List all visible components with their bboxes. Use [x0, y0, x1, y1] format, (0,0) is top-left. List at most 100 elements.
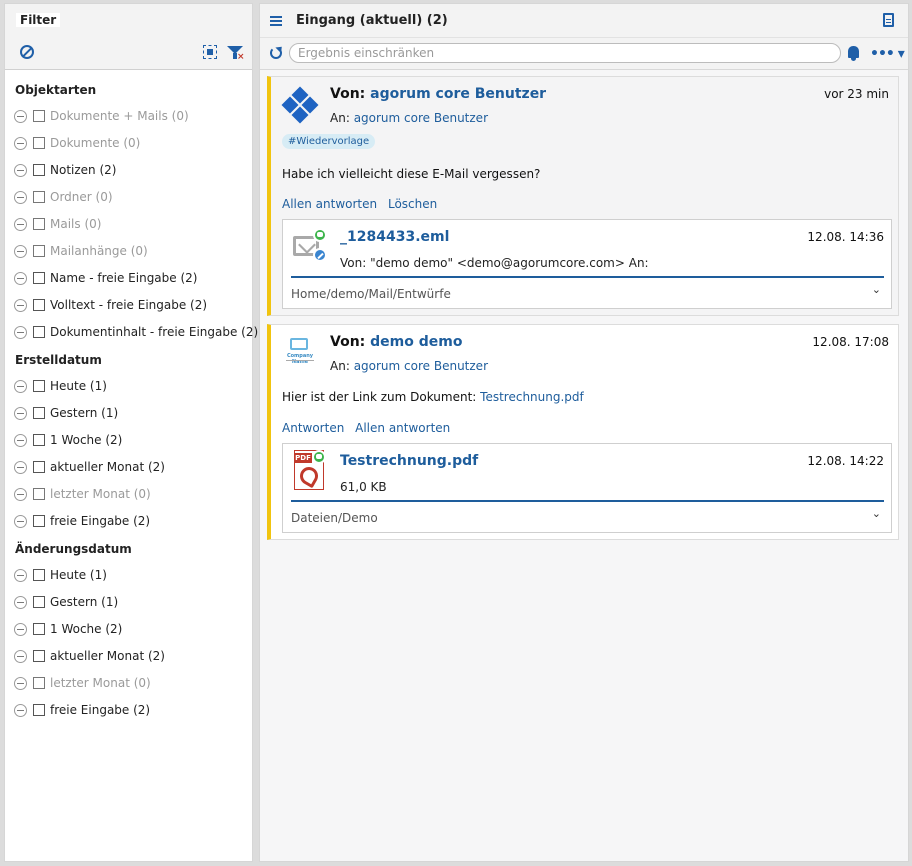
document-link[interactable]: Testrechnung.pdf	[480, 390, 584, 404]
attachment-name[interactable]: Testrechnung.pdf	[340, 453, 478, 469]
filter-item[interactable]: letzter Monat (0)	[14, 484, 151, 504]
filter-item[interactable]: freie Eingabe (2)	[14, 700, 150, 720]
exclude-icon[interactable]	[14, 379, 27, 393]
attachment-name[interactable]: _1284433.eml	[340, 229, 449, 245]
reset-filter-icon[interactable]	[20, 45, 34, 59]
filter-item[interactable]: 1 Woche (2)	[14, 619, 122, 639]
filter-checkbox[interactable]	[33, 677, 45, 689]
filter-label: Dokumentinhalt - freie Eingabe (2)	[50, 325, 259, 339]
exclude-icon[interactable]	[14, 622, 27, 636]
filter-checkbox[interactable]	[33, 461, 45, 473]
filter-item[interactable]: Ordner (0)	[14, 187, 113, 207]
message-card[interactable]: Company Name Von: demo demo An: agorum c…	[267, 324, 899, 540]
exclude-icon[interactable]	[14, 298, 27, 312]
exclude-icon[interactable]	[14, 514, 27, 528]
refresh-icon[interactable]	[270, 47, 282, 59]
more-menu-button[interactable]: ••• ▾	[870, 46, 905, 62]
more-label: •••	[870, 46, 895, 62]
filter-item[interactable]: Dokumente (0)	[14, 133, 140, 153]
filter-item[interactable]: Mails (0)	[14, 214, 101, 234]
attachment-card[interactable]: PDF Testrechnung.pdf 12.08. 14:22 61,0 K…	[282, 443, 892, 533]
exclude-icon[interactable]	[14, 136, 27, 150]
reply-all-link[interactable]: Allen antworten	[282, 197, 377, 211]
from-label: Von:	[330, 334, 366, 350]
filter-checkbox[interactable]	[33, 569, 45, 581]
filter-item[interactable]: 1 Woche (2)	[14, 430, 122, 450]
edit-badge-icon	[313, 248, 327, 262]
filter-item[interactable]: Mailanhänge (0)	[14, 241, 148, 261]
exclude-icon[interactable]	[14, 271, 27, 285]
recipient-link[interactable]: agorum core Benutzer	[354, 359, 488, 373]
filter-checkbox[interactable]	[33, 272, 45, 284]
filter-item[interactable]: Gestern (1)	[14, 403, 118, 423]
filter-checkbox[interactable]	[33, 110, 45, 122]
filter-item[interactable]: aktueller Monat (2)	[14, 646, 165, 666]
exclude-icon[interactable]	[14, 109, 27, 123]
filter-item[interactable]: aktueller Monat (2)	[14, 457, 165, 477]
reply-all-link[interactable]: Allen antworten	[355, 421, 450, 435]
message-from: Von: demo demo	[330, 334, 462, 350]
exclude-icon[interactable]	[14, 487, 27, 501]
filter-checkbox[interactable]	[33, 407, 45, 419]
bell-icon[interactable]	[848, 46, 859, 61]
filter-checkbox[interactable]	[33, 650, 45, 662]
filter-item[interactable]: freie Eingabe (2)	[14, 511, 150, 531]
filter-checkbox[interactable]	[33, 245, 45, 257]
exclude-icon[interactable]	[14, 163, 27, 177]
attachment-card[interactable]: _1284433.eml 12.08. 14:36 Von: "demo dem…	[282, 219, 892, 309]
reply-link[interactable]: Antworten	[282, 421, 344, 435]
message-card[interactable]: Von: agorum core Benutzer An: agorum cor…	[267, 76, 899, 316]
filter-checkbox[interactable]	[33, 137, 45, 149]
tag-badge[interactable]: #Wiedervorlage	[282, 134, 376, 149]
search-input[interactable]	[289, 43, 841, 63]
attachment-date: 12.08. 14:36	[807, 230, 884, 244]
filter-checkbox[interactable]	[33, 434, 45, 446]
chevron-down-icon[interactable]: ⌄	[872, 283, 881, 296]
sender-link[interactable]: demo demo	[370, 334, 462, 350]
exclude-icon[interactable]	[14, 460, 27, 474]
filter-item[interactable]: Gestern (1)	[14, 592, 118, 612]
to-label: An:	[330, 359, 350, 373]
filter-item[interactable]: Volltext - freie Eingabe (2)	[14, 295, 207, 315]
exclude-icon[interactable]	[14, 325, 27, 339]
exclude-icon[interactable]	[14, 406, 27, 420]
filter-item[interactable]: Name - freie Eingabe (2)	[14, 268, 197, 288]
filter-checkbox[interactable]	[33, 326, 45, 338]
exclude-icon[interactable]	[14, 649, 27, 663]
chevron-down-icon[interactable]: ⌄	[872, 507, 881, 520]
delete-link[interactable]: Löschen	[388, 197, 437, 211]
filter-item[interactable]: Heute (1)	[14, 376, 107, 396]
filter-checkbox[interactable]	[33, 704, 45, 716]
filter-label: Ordner (0)	[50, 190, 113, 204]
exclude-icon[interactable]	[14, 244, 27, 258]
filter-checkbox[interactable]	[33, 515, 45, 527]
filter-checkbox[interactable]	[33, 380, 45, 392]
sender-link[interactable]: agorum core Benutzer	[370, 86, 546, 102]
attachment-path[interactable]: Home/demo/Mail/Entwürfe	[291, 287, 451, 301]
filter-checkbox[interactable]	[33, 218, 45, 230]
select-area-icon[interactable]	[203, 45, 217, 59]
filter-checkbox[interactable]	[33, 488, 45, 500]
filter-item[interactable]: Dokumente + Mails (0)	[14, 106, 189, 126]
attachment-path[interactable]: Dateien/Demo	[291, 511, 378, 525]
filter-checkbox[interactable]	[33, 623, 45, 635]
document-icon[interactable]	[883, 13, 894, 27]
filter-item[interactable]: Dokumentinhalt - freie Eingabe (2)	[14, 322, 258, 342]
filter-checkbox[interactable]	[33, 164, 45, 176]
filter-checkbox[interactable]	[33, 596, 45, 608]
exclude-icon[interactable]	[14, 433, 27, 447]
exclude-icon[interactable]	[14, 217, 27, 231]
exclude-icon[interactable]	[14, 676, 27, 690]
filter-checkbox[interactable]	[33, 191, 45, 203]
exclude-icon[interactable]	[14, 703, 27, 717]
logo-text: Company Name	[286, 353, 314, 365]
menu-icon[interactable]	[270, 16, 282, 26]
filter-checkbox[interactable]	[33, 299, 45, 311]
exclude-icon[interactable]	[14, 568, 27, 582]
recipient-link[interactable]: agorum core Benutzer	[354, 111, 488, 125]
filter-item[interactable]: Heute (1)	[14, 565, 107, 585]
filter-item[interactable]: Notizen (2)	[14, 160, 116, 180]
exclude-icon[interactable]	[14, 595, 27, 609]
exclude-icon[interactable]	[14, 190, 27, 204]
filter-item[interactable]: letzter Monat (0)	[14, 673, 151, 693]
